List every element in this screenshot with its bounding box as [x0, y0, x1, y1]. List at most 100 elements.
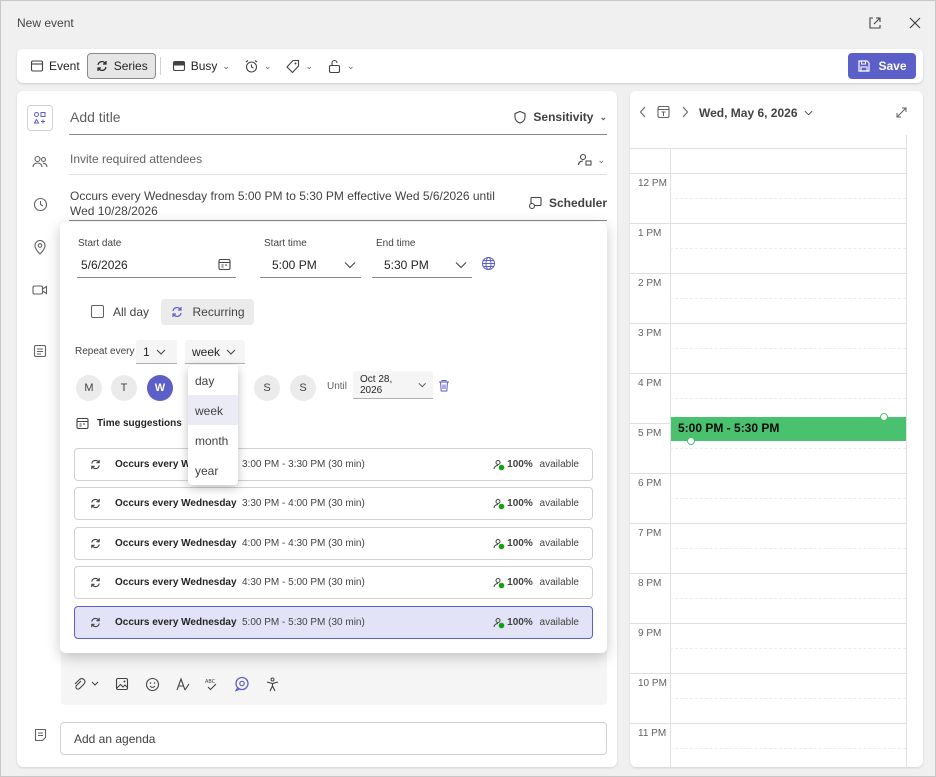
toolbar: Event Series Busy ⌄ ⌄ ⌄ ⌄ Save [17, 49, 923, 83]
start-time-label: Start time [264, 238, 307, 249]
busy-label: Busy [190, 59, 218, 73]
text-format-icon[interactable] [173, 675, 191, 693]
half-hour-line [670, 648, 906, 649]
suggestion-occurs: Occurs every Wednesday [115, 577, 237, 588]
attendees-input[interactable]: Invite required attendees [69, 149, 607, 175]
accessibility-icon[interactable] [263, 675, 281, 693]
suggestion-availability: 100% available [493, 498, 592, 510]
day-tuesday[interactable]: T [111, 375, 137, 401]
expand-icon[interactable] [896, 107, 907, 121]
chevron-down-icon [418, 382, 426, 387]
spellcheck-icon[interactable]: ABC [203, 675, 221, 693]
availability-text: available [539, 459, 579, 470]
busy-dropdown[interactable]: Busy ⌄ [165, 53, 237, 79]
today-icon[interactable] [657, 105, 670, 122]
time-suggestions-label: Time suggestions [97, 418, 182, 429]
attendee-options-button[interactable]: ⌄ [577, 153, 605, 167]
hour-row-12pm[interactable]: 12 PM [630, 173, 906, 223]
svg-text:ABC: ABC [205, 679, 216, 685]
globe-icon[interactable] [481, 256, 496, 274]
hour-row-6pm[interactable]: 6 PM [630, 473, 906, 523]
emoji-icon[interactable] [143, 675, 161, 693]
hour-row-3pm[interactable]: 3 PM [630, 323, 906, 373]
hour-row-2pm[interactable]: 2 PM [630, 273, 906, 323]
hour-label: 11 PM [638, 728, 667, 739]
privacy-dropdown[interactable]: ⌄ [320, 53, 362, 79]
delete-icon[interactable] [438, 379, 450, 395]
repeat-icon [75, 576, 115, 589]
end-time-dropdown[interactable]: 5:30 PM [372, 252, 472, 278]
availability-percent: 100% [507, 538, 533, 549]
day-monday[interactable]: M [76, 375, 102, 401]
busy-icon [172, 60, 185, 72]
recurrence-line-1: Occurs every Wednesday from 5:00 PM to 5… [70, 189, 495, 203]
reminder-dropdown[interactable]: ⌄ [237, 53, 279, 79]
suggestion-time: 3:30 PM - 4:00 PM (30 min) [242, 498, 365, 509]
hour-label: 7 PM [638, 528, 662, 539]
repeat-icon [75, 616, 115, 629]
people-available-icon [493, 577, 505, 588]
calendar-event-block[interactable]: 5:00 PM - 5:30 PM [671, 417, 906, 441]
title-icon-button[interactable] [27, 105, 53, 131]
resize-handle-top[interactable] [880, 413, 888, 421]
half-hour-line [670, 748, 906, 749]
resize-handle-bottom[interactable] [687, 437, 695, 445]
save-label: Save [878, 59, 907, 73]
menu-item-day[interactable]: day [188, 365, 238, 395]
event-button[interactable]: Event [23, 53, 87, 79]
lock-icon [328, 59, 341, 73]
recurrence-summary[interactable]: Occurs every Wednesday from 5:00 PM to 5… [69, 189, 607, 221]
hour-row-4pm[interactable]: 4 PM [630, 373, 906, 423]
recurring-button[interactable]: Recurring [161, 299, 254, 325]
hour-row-7pm[interactable]: 7 PM [630, 523, 906, 573]
hour-row-8pm[interactable]: 8 PM [630, 573, 906, 623]
start-date-input[interactable]: 5/6/2026 [77, 252, 236, 278]
repeat-count-dropdown[interactable]: 1 [136, 340, 177, 364]
suggestion-row[interactable]: Occurs every Wednesday 3:00 PM - 3:30 PM… [74, 448, 593, 481]
availability-text: available [539, 577, 579, 588]
hour-label: 2 PM [638, 278, 662, 289]
close-icon[interactable] [903, 11, 927, 35]
day-wednesday[interactable]: W [147, 375, 173, 401]
scheduler-button[interactable]: Scheduler [528, 196, 607, 210]
day-column-edge [906, 135, 907, 767]
category-dropdown[interactable]: ⌄ [278, 53, 320, 79]
hour-row-9pm[interactable]: 9 PM [630, 623, 906, 673]
menu-item-month[interactable]: month [188, 425, 238, 455]
series-button[interactable]: Series [86, 53, 156, 79]
calendar-date-picker[interactable]: Wed, May 6, 2026 [699, 106, 813, 120]
new-event-window: New event Event Series Busy ⌄ ⌄ ⌄ ⌄ Save… [0, 0, 936, 777]
popout-icon[interactable] [863, 11, 887, 35]
start-time-dropdown[interactable]: 5:00 PM [260, 252, 361, 278]
suggestion-time: 5:00 PM - 5:30 PM (30 min) [242, 617, 365, 628]
chevron-right-icon[interactable] [681, 106, 689, 121]
hour-row-10pm[interactable]: 10 PM [630, 673, 906, 723]
all-day-checkbox[interactable] [91, 305, 104, 318]
series-button-label: Series [113, 59, 148, 73]
suggestion-row-selected[interactable]: Occurs every Wednesday 5:00 PM - 5:30 PM… [74, 606, 593, 639]
half-hour-line [670, 398, 906, 399]
save-button[interactable]: Save [848, 53, 916, 79]
chevron-left-icon[interactable] [639, 106, 647, 121]
image-icon[interactable] [113, 675, 131, 693]
time-suggestions-header: Time suggestions [76, 417, 201, 430]
day-sunday[interactable]: S [290, 375, 316, 401]
repeat-icon [75, 458, 115, 471]
hour-row-11pm[interactable]: 11 PM [630, 723, 906, 767]
copilot-icon[interactable] [233, 675, 251, 693]
calendar-icon [30, 60, 44, 72]
attach-icon[interactable] [71, 675, 101, 693]
until-date-dropdown[interactable]: Oct 28, 2026 [353, 371, 433, 399]
half-hour-line [670, 198, 906, 199]
menu-item-week[interactable]: week [188, 395, 238, 425]
end-time-value: 5:30 PM [384, 257, 429, 272]
suggestion-row[interactable]: Occurs every Wednesday 3:30 PM - 4:00 PM… [74, 487, 593, 520]
agenda-input[interactable]: Add an agenda [60, 722, 607, 755]
hour-row-1pm[interactable]: 1 PM [630, 223, 906, 273]
menu-item-year[interactable]: year [188, 455, 238, 485]
repeat-unit-dropdown[interactable]: week [185, 340, 245, 364]
day-saturday[interactable]: S [254, 375, 280, 401]
sensitivity-dropdown[interactable]: Sensitivity ⌄ [513, 110, 607, 124]
suggestion-row[interactable]: Occurs every Wednesday 4:30 PM - 5:00 PM… [74, 566, 593, 599]
suggestion-row[interactable]: Occurs every Wednesday 4:00 PM - 4:30 PM… [74, 527, 593, 560]
